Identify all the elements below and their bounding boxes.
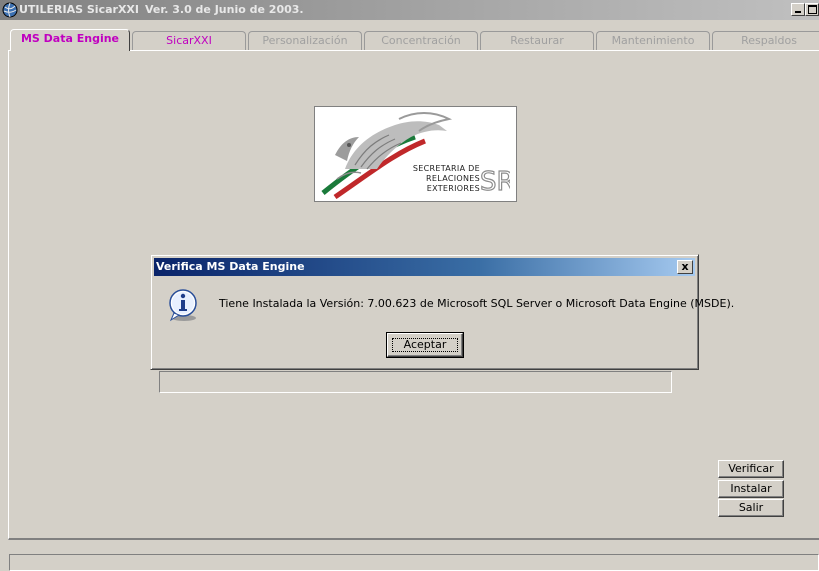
- sre-logo-text: SECRETARIA DE RELACIONES EXTERIORES: [402, 164, 480, 194]
- sre-monogram: SRE: [480, 166, 510, 193]
- dialog-title: Verifica MS Data Engine: [156, 260, 305, 273]
- tab-personalizacion[interactable]: Personalización: [248, 31, 362, 50]
- verify-button[interactable]: Verificar: [718, 460, 784, 478]
- tab-ms-data-engine[interactable]: MS Data Engine: [10, 29, 130, 51]
- app-version: Ver. 3.0 de Junio de 2003.: [145, 3, 304, 16]
- dialog-titlebar[interactable]: Verifica MS Data Engine x: [154, 258, 695, 276]
- install-button[interactable]: Instalar: [718, 480, 784, 498]
- maximize-button[interactable]: [805, 3, 819, 16]
- window-titlebar[interactable]: UTILERIAS SicarXXI Ver. 3.0 de Junio de 2…: [0, 0, 819, 20]
- app-name: UTILERIAS SicarXXI: [19, 3, 139, 16]
- status-bar: [9, 554, 819, 571]
- tab-restaurar[interactable]: Restaurar: [480, 31, 594, 50]
- dialog-close-button[interactable]: x: [677, 260, 693, 274]
- tab-sicarxxi[interactable]: SicarXXI: [132, 31, 246, 50]
- dialog-message: Tiene Instalada la Versión: 7.00.623 de …: [219, 297, 735, 310]
- logo-line-3: EXTERIORES: [426, 184, 480, 193]
- logo-line-1: SECRETARIA DE: [412, 164, 480, 173]
- tab-strip: MS Data Engine SicarXXI Personalización …: [10, 29, 819, 51]
- app-globe-icon: [2, 2, 18, 18]
- verify-dialog: Verifica MS Data Engine x Tiene Instalad…: [150, 254, 734, 370]
- minimize-button[interactable]: [791, 3, 805, 16]
- sre-monogram-text: SRE: [480, 167, 510, 193]
- logo-line-2: RELACIONES: [426, 174, 480, 183]
- exit-button[interactable]: Salir: [718, 499, 784, 517]
- version-info-box: [159, 371, 672, 393]
- info-icon: [169, 289, 197, 322]
- tab-concentracion[interactable]: Concentración: [364, 31, 478, 50]
- tab-mantenimiento[interactable]: Mantenimiento: [596, 31, 710, 50]
- tab-respaldos[interactable]: Respaldos: [712, 31, 819, 50]
- focus-rect: [392, 338, 458, 352]
- window-title: UTILERIAS SicarXXI Ver. 3.0 de Junio de 2…: [19, 0, 304, 20]
- accept-button[interactable]: Aceptar: [386, 332, 464, 358]
